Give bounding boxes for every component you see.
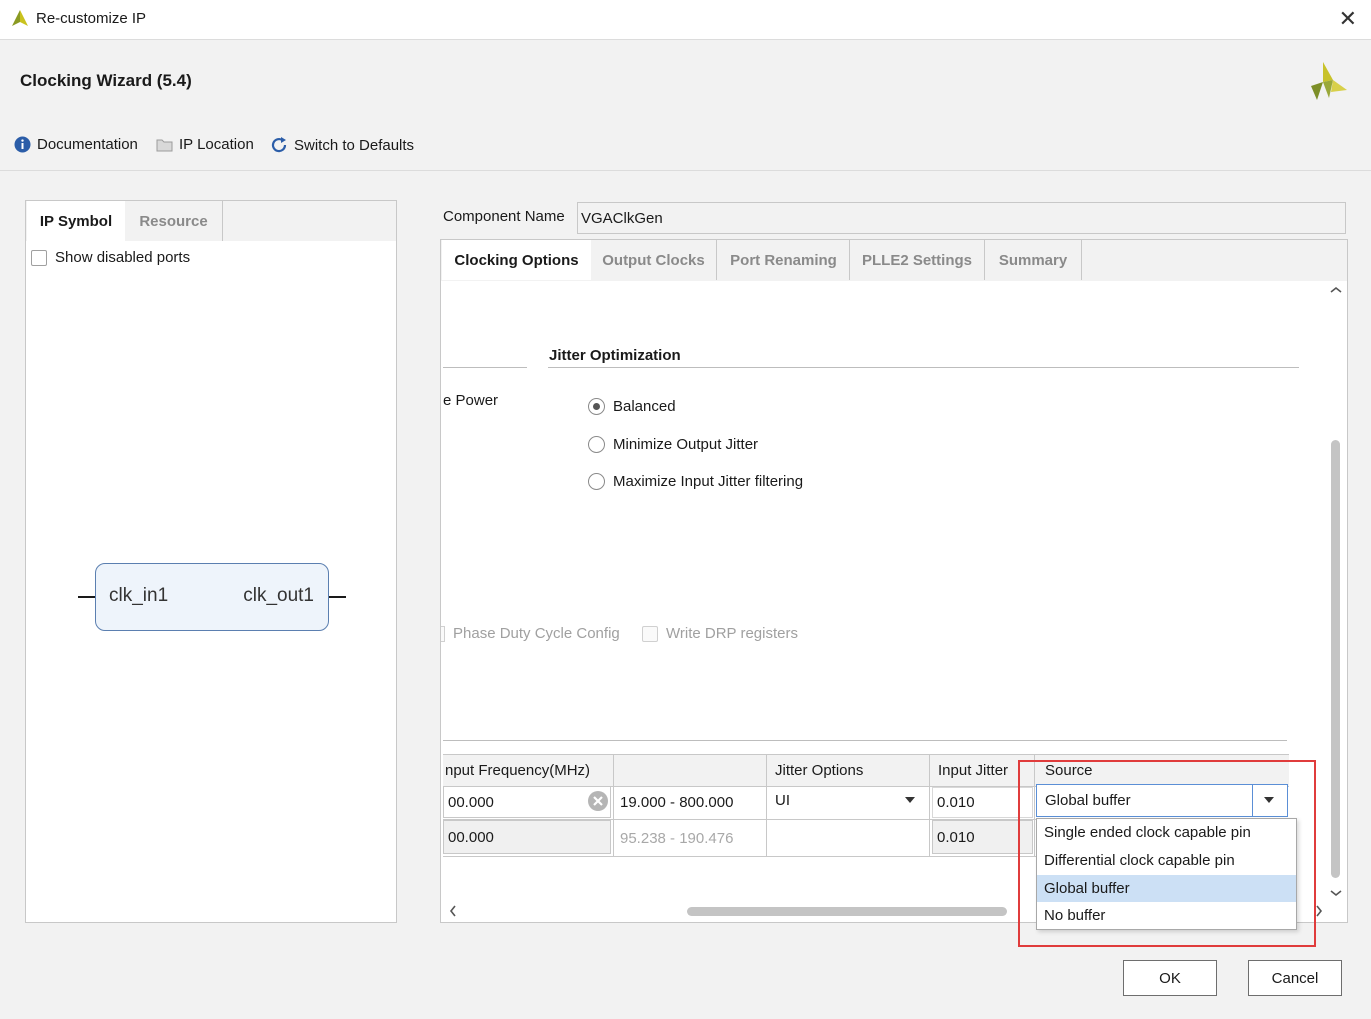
cancel-button[interactable]: Cancel xyxy=(1248,960,1342,996)
refresh-icon xyxy=(271,137,287,153)
radio-minimize-output-jitter-button[interactable] xyxy=(588,436,605,453)
phase-duty-cycle-label: Phase Duty Cycle Config xyxy=(453,625,620,642)
col-divider-1 xyxy=(613,754,614,857)
frequency-range-secondary: 95.238 - 190.476 xyxy=(620,830,734,847)
tab-resource[interactable]: Resource xyxy=(125,201,223,241)
tab-summary[interactable]: Summary xyxy=(985,240,1082,280)
secondary-frequency-value: 00.000 xyxy=(448,828,494,846)
vendor-logo-icon xyxy=(1311,62,1347,100)
jitter-options-select[interactable]: UI xyxy=(775,792,790,809)
documentation-label: Documentation xyxy=(37,136,138,153)
highlight-annotation-box xyxy=(1018,760,1316,947)
header-jitter-options: Jitter Options xyxy=(775,762,864,779)
page-title: Clocking Wizard (5.4) xyxy=(20,71,192,90)
toolbar-divider xyxy=(0,170,1371,171)
show-disabled-ports-option[interactable]: Show disabled ports xyxy=(31,249,190,266)
scroll-up-icon[interactable] xyxy=(1330,286,1342,294)
output-port-line xyxy=(328,596,346,598)
radio-maximize-input-jitter-label: Maximize Input Jitter filtering xyxy=(613,473,804,490)
minimize-power-label: e Power xyxy=(443,392,499,409)
switch-to-defaults-label: Switch to Defaults xyxy=(294,136,415,154)
input-frequency-field[interactable]: 00.000 xyxy=(443,786,611,818)
frequency-range-primary: 19.000 - 800.000 xyxy=(620,794,734,811)
show-disabled-ports-label: Show disabled ports xyxy=(55,249,191,266)
vertical-scrollbar-thumb[interactable] xyxy=(1331,440,1340,878)
phase-duty-cycle-checkbox[interactable] xyxy=(441,626,445,642)
ip-symbol-block: clk_in1 clk_out1 xyxy=(95,563,329,631)
output-port-label: clk_out1 xyxy=(243,585,314,606)
ip-location-label: IP Location xyxy=(179,136,254,153)
secondary-input-jitter-value: 0.010 xyxy=(937,828,975,846)
ip-location-button[interactable]: IP Location xyxy=(156,136,254,153)
jitter-optimization-title: Jitter Optimization xyxy=(549,347,681,364)
section-divider-left xyxy=(443,367,527,368)
tab-ip-symbol[interactable]: IP Symbol xyxy=(27,201,125,241)
ok-button[interactable]: OK xyxy=(1123,960,1217,996)
folder-icon xyxy=(156,139,173,152)
radio-minimize-output-jitter-label: Minimize Output Jitter xyxy=(613,436,759,453)
ip-symbol-panel: IP Symbol Resource Show disabled ports c… xyxy=(25,200,397,923)
radio-balanced[interactable]: Balanced xyxy=(588,398,676,415)
input-jitter-value: 0.010 xyxy=(937,794,975,811)
input-port-label: clk_in1 xyxy=(109,585,169,606)
clear-icon[interactable] xyxy=(587,790,609,812)
window-title: Re-customize IP xyxy=(36,10,147,27)
header-input-frequency: nput Frequency(MHz) xyxy=(445,762,591,779)
secondary-frequency-field[interactable]: 00.000 xyxy=(443,820,611,854)
radio-maximize-input-jitter[interactable]: Maximize Input Jitter filtering xyxy=(588,473,803,490)
radio-maximize-input-jitter-button[interactable] xyxy=(588,473,605,490)
horizontal-scrollbar-thumb[interactable] xyxy=(687,907,1007,916)
scroll-down-icon[interactable] xyxy=(1330,889,1342,897)
write-drp-label: Write DRP registers xyxy=(666,625,798,642)
radio-balanced-label: Balanced xyxy=(613,398,676,415)
close-icon[interactable]: ✕ xyxy=(1339,6,1357,32)
header-input-jitter: Input Jitter xyxy=(938,762,1009,779)
col-divider-3 xyxy=(929,754,930,857)
scroll-left-icon[interactable] xyxy=(449,905,457,917)
table-section-divider xyxy=(443,740,1287,741)
info-icon xyxy=(14,136,31,153)
radio-balanced-button[interactable] xyxy=(588,398,605,415)
scroll-right-icon[interactable] xyxy=(1315,905,1323,917)
app-logo-icon xyxy=(12,10,28,26)
tab-plle2-settings[interactable]: PLLE2 Settings xyxy=(850,240,985,280)
switch-to-defaults-button[interactable]: Switch to Defaults xyxy=(270,136,414,154)
show-disabled-ports-checkbox[interactable] xyxy=(31,249,47,266)
title-bar: Re-customize IP ✕ xyxy=(0,0,1371,40)
input-port-line xyxy=(78,596,96,598)
tab-port-renaming[interactable]: Port Renaming xyxy=(718,240,850,280)
component-name-field[interactable]: VGAClkGen xyxy=(577,202,1346,234)
input-frequency-value: 00.000 xyxy=(448,793,494,811)
write-drp-checkbox[interactable] xyxy=(642,626,658,642)
documentation-button[interactable]: Documentation xyxy=(14,136,138,153)
col-divider-2 xyxy=(766,754,767,857)
radio-minimize-output-jitter[interactable]: Minimize Output Jitter xyxy=(588,436,758,453)
chevron-down-icon[interactable] xyxy=(905,797,915,803)
component-name-label: Component Name xyxy=(443,208,565,225)
section-divider-jitter xyxy=(548,367,1299,368)
tab-clocking-options[interactable]: Clocking Options xyxy=(442,240,591,280)
tab-output-clocks[interactable]: Output Clocks xyxy=(591,240,717,280)
